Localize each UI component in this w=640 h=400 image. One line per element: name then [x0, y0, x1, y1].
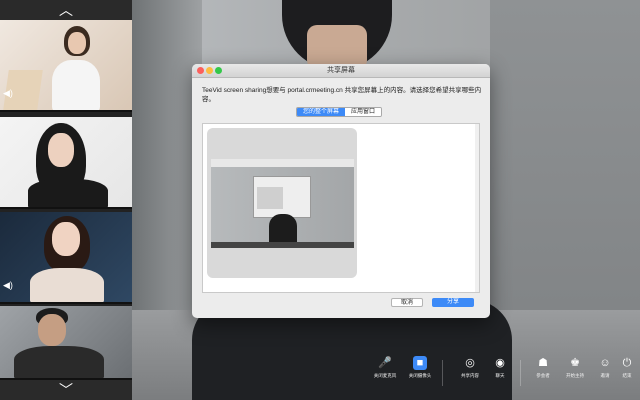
chevron-up-icon: ︿ [59, 2, 73, 18]
participant-face [38, 314, 66, 346]
share-content-button[interactable]: ◎ 共享内容 [455, 356, 485, 379]
host-icon: ♚ [570, 357, 580, 369]
screen-option[interactable] [207, 128, 357, 278]
participant-tile-2[interactable] [0, 117, 132, 209]
participant-face [48, 133, 74, 167]
share-button[interactable]: 分享 [432, 298, 474, 307]
end-meeting-button[interactable]: ⏻ 结束 [615, 356, 639, 379]
camera-icon: ■ [413, 356, 427, 370]
tab-application-window[interactable]: 应用窗口 [345, 108, 382, 116]
share-screen-icon: ◎ [465, 357, 475, 369]
minimize-window-button[interactable] [206, 67, 213, 74]
stop-camera-button[interactable]: ■ 关闭摄像头 [405, 356, 435, 379]
scroll-up-button[interactable]: ︿ [0, 0, 132, 20]
participant-face [68, 32, 86, 54]
chat-icon: ◉ [495, 357, 505, 369]
maximize-window-button[interactable] [215, 67, 222, 74]
meeting-window: ︿ ◀) ◀) ﹀ 共享屏幕 TeeVid screen sharing想要与 … [0, 0, 640, 400]
speaker-volume-icon: ◀) [3, 88, 13, 98]
toolbar-divider [520, 360, 521, 386]
participant-body [52, 60, 100, 110]
participant-body [28, 179, 108, 207]
participant-tile-4[interactable] [0, 306, 132, 380]
screen-picker-panel [202, 123, 480, 293]
cancel-button[interactable]: 取消 [391, 298, 423, 307]
speaker-volume-icon: ◀) [3, 280, 13, 290]
thumbnail-person [269, 214, 297, 242]
start-hosting-button[interactable]: ♚ 开始主持 [560, 356, 590, 379]
tab-entire-screen[interactable]: 您的整个屏幕 [297, 108, 346, 116]
participant-tile-3[interactable]: ◀) [0, 212, 132, 304]
invite-icon: ☺ [599, 357, 611, 369]
chevron-down-icon: ﹀ [59, 382, 73, 398]
screen-preview-thumbnail [211, 159, 354, 248]
chat-button[interactable]: ◉ 聊天 [485, 356, 515, 379]
participant-tile-1[interactable]: ◀) [0, 20, 132, 112]
share-screen-dialog: 共享屏幕 TeeVid screen sharing想要与 portal.crm… [192, 64, 490, 318]
dialog-message: TeeVid screen sharing想要与 portal.crmeetin… [202, 87, 482, 103]
participant-body [14, 346, 104, 378]
meeting-toolbar: 🎤 关闭麦克风 ■ 关闭摄像头 ◎ 共享内容 ◉ 聊天 ☗ 参会者 ♚ 开始主持… [370, 352, 640, 400]
participants-icon: ☗ [538, 357, 548, 369]
scroll-down-button[interactable]: ﹀ [0, 380, 132, 400]
panel-scrollbar[interactable] [475, 124, 479, 292]
thumbnail-dialog-preview [257, 187, 283, 209]
dialog-titlebar: 共享屏幕 [192, 64, 490, 78]
participants-button[interactable]: ☗ 参会者 [528, 356, 558, 379]
thumbnail-dock [211, 242, 354, 248]
share-source-tabs: 您的整个屏幕 应用窗口 [296, 107, 383, 117]
close-window-button[interactable] [197, 67, 204, 74]
dialog-title: 共享屏幕 [327, 67, 355, 74]
mute-mic-button[interactable]: 🎤 关闭麦克风 [370, 356, 400, 379]
power-icon: ⏻ [622, 357, 632, 369]
thumbnail-browser-bar [211, 159, 354, 167]
participant-face [52, 222, 80, 256]
toolbar-divider [442, 360, 443, 386]
thumbnail-dialog [253, 176, 311, 218]
participant-body [30, 268, 104, 302]
mic-icon: 🎤 [378, 357, 392, 369]
participant-sidebar: ︿ ◀) ◀) ﹀ [0, 0, 132, 400]
